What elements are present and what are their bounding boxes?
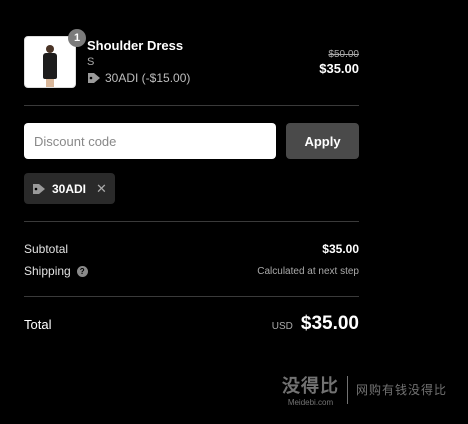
subtotal-row: Subtotal $35.00 (24, 238, 359, 260)
product-prices: $50.00 $35.00 (319, 49, 359, 76)
product-name: Shoulder Dress (87, 38, 184, 53)
product-discount-label: 30ADI (-$15.00) (105, 71, 191, 85)
shipping-label: Shipping (24, 264, 71, 278)
apply-button[interactable]: Apply (286, 123, 359, 159)
total-amount: USD $35.00 (272, 313, 359, 335)
applied-discount-chip: 30ADI ✕ (24, 173, 115, 204)
product-info: Shoulder Dress S 30ADI (-$15.00) (87, 38, 190, 85)
line-item: 1 Shoulder Dress S 30ADI (-$15.00) $50.0… (24, 29, 359, 90)
discounted-price: $35.00 (319, 61, 359, 76)
currency-code: USD (271, 321, 293, 332)
shipping-label-group: Shipping ? (24, 264, 88, 278)
shipping-row: Shipping ? Calculated at next step (24, 260, 359, 282)
shipping-value: Calculated at next step (257, 265, 359, 277)
discount-code-input[interactable] (24, 123, 276, 159)
tag-icon (88, 73, 100, 83)
product-thumbnail-wrapper: 1 (24, 29, 86, 88)
remove-discount-icon[interactable]: ✕ (96, 181, 107, 197)
watermark: 没得比 Meidebi.com 网购有钱没得比 (282, 372, 447, 407)
order-summary: 1 Shoulder Dress S 30ADI (-$15.00) $50.0… (24, 29, 359, 335)
total-value: $35.00 (300, 313, 359, 334)
subtotal-value: $35.00 (322, 242, 359, 256)
total-label: Total (24, 316, 52, 332)
watermark-separator (347, 375, 348, 404)
watermark-brand-en: Meidebi.com (287, 398, 334, 407)
product-variant: S (87, 56, 95, 68)
dress-figure (42, 45, 58, 87)
total-row: Total USD $35.00 (24, 297, 359, 335)
original-price: $50.00 (328, 49, 359, 60)
discount-form: Apply (24, 123, 359, 159)
product-discount: 30ADI (-$15.00) (87, 71, 190, 85)
subtotal-label: Subtotal (24, 242, 69, 256)
applied-code-label: 30ADI (52, 181, 87, 196)
divider (24, 105, 359, 106)
product-thumbnail (24, 36, 76, 88)
quantity-badge: 1 (68, 29, 86, 47)
watermark-brand-cn: 没得比 (282, 376, 339, 396)
totals: Subtotal $35.00 Shipping ? Calculated at… (24, 222, 359, 296)
tag-icon (33, 183, 45, 194)
help-icon[interactable]: ? (76, 265, 88, 277)
watermark-brand: 没得比 Meidebi.com (282, 372, 339, 407)
watermark-slogan: 网购有钱没得比 (356, 383, 448, 397)
